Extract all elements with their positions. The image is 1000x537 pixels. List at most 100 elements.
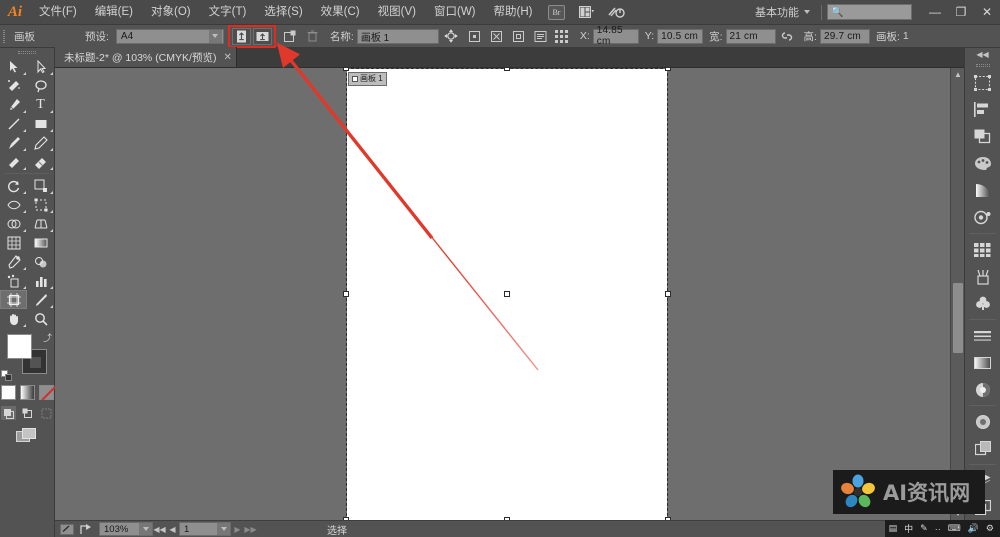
- artboard-tool[interactable]: [0, 290, 27, 309]
- rotate-tool[interactable]: [0, 176, 27, 195]
- menu-edit[interactable]: 编辑(E): [86, 0, 142, 25]
- fill-swatch[interactable]: [7, 334, 32, 359]
- line-segment-tool[interactable]: [0, 114, 27, 133]
- status-edit-icon[interactable]: [58, 522, 75, 536]
- menu-select[interactable]: 选择(S): [255, 0, 311, 25]
- new-artboard-button[interactable]: [281, 27, 301, 45]
- reference-point-selector[interactable]: [442, 27, 460, 45]
- preset-dropdown[interactable]: A4: [115, 28, 224, 44]
- portrait-orientation-button[interactable]: [231, 27, 251, 45]
- canvas-area[interactable]: 画板 1: [55, 68, 950, 520]
- panel-graphic-styles[interactable]: [965, 435, 1000, 462]
- x-input[interactable]: 14.85 cm: [592, 25, 639, 47]
- landscape-orientation-button[interactable]: [252, 27, 272, 45]
- handle-top-right[interactable]: [665, 68, 671, 71]
- width-input[interactable]: 21 cm: [725, 28, 776, 44]
- panel-swatches[interactable]: [965, 236, 1000, 263]
- bridge-button[interactable]: Br: [544, 3, 568, 21]
- blend-tool[interactable]: [27, 252, 54, 271]
- perspective-grid-tool[interactable]: [27, 214, 54, 233]
- pen-tool[interactable]: [0, 95, 27, 114]
- menu-window[interactable]: 窗口(W): [425, 0, 485, 25]
- scale-tool[interactable]: [27, 176, 54, 195]
- menu-file[interactable]: 文件(F): [30, 0, 86, 25]
- menu-object[interactable]: 对象(O): [142, 0, 200, 25]
- delete-artboard-button[interactable]: [303, 27, 323, 45]
- menu-type[interactable]: 文字(T): [200, 0, 256, 25]
- tray-keyboard-icon[interactable]: ⌨: [948, 523, 961, 534]
- artboard-option-2-button[interactable]: [487, 27, 507, 45]
- handle-mid-right[interactable]: [665, 291, 671, 297]
- column-graph-tool[interactable]: [27, 271, 54, 290]
- align-panel-button[interactable]: [553, 27, 573, 45]
- width-tool[interactable]: [0, 195, 27, 214]
- restore-button[interactable]: ❐: [948, 0, 974, 25]
- height-input[interactable]: 29.7 cm: [819, 28, 870, 44]
- control-bar-grip[interactable]: [0, 25, 7, 48]
- workspace-switcher[interactable]: 基本功能: [749, 3, 816, 22]
- handle-center[interactable]: [504, 291, 510, 297]
- blob-brush-tool[interactable]: [0, 152, 27, 171]
- expand-panels-button[interactable]: ◀◀: [965, 48, 1000, 61]
- first-artboard-button[interactable]: ◀◀: [153, 522, 166, 536]
- symbol-sprayer-tool[interactable]: [0, 271, 27, 290]
- panel-color-guide[interactable]: [965, 204, 1000, 231]
- last-artboard-button[interactable]: ▶▶: [244, 522, 257, 536]
- color-mode-gradient[interactable]: [19, 385, 35, 400]
- change-screen-mode-button[interactable]: [14, 427, 40, 444]
- scroll-up-icon[interactable]: ▲: [951, 68, 965, 81]
- minimize-button[interactable]: —: [922, 0, 948, 25]
- panel-transform[interactable]: [965, 69, 1000, 96]
- y-input[interactable]: 10.5 cm: [657, 28, 704, 44]
- artboard-navigator-input[interactable]: 1: [179, 522, 231, 536]
- panel-gradient[interactable]: [965, 177, 1000, 204]
- pencil-tool[interactable]: [27, 133, 54, 152]
- default-fill-stroke-icon[interactable]: [1, 370, 12, 381]
- selection-tool[interactable]: [0, 57, 27, 76]
- constrain-proportions-button[interactable]: [777, 27, 797, 45]
- hand-tool[interactable]: [0, 309, 27, 328]
- search-input[interactable]: 🔍: [827, 4, 912, 20]
- handle-top-center[interactable]: [504, 68, 510, 71]
- panel-transparency[interactable]: [965, 376, 1000, 403]
- mesh-tool[interactable]: [0, 233, 27, 252]
- canvas-vertical-scrollbar[interactable]: ▲ ▼: [950, 68, 964, 520]
- next-artboard-button[interactable]: ▶: [231, 522, 244, 536]
- prev-artboard-button[interactable]: ◀: [166, 522, 179, 536]
- zoom-level-input[interactable]: 103%: [99, 522, 153, 536]
- panel-gradient-2[interactable]: [965, 349, 1000, 376]
- tray-ime-label[interactable]: 中: [904, 522, 913, 535]
- panel-symbols[interactable]: [965, 290, 1000, 317]
- chevron-down-icon[interactable]: [217, 523, 230, 535]
- panel-color[interactable]: [965, 150, 1000, 177]
- arrange-documents-button[interactable]: [574, 3, 598, 21]
- cc-sync-button[interactable]: [604, 3, 628, 21]
- zoom-tool[interactable]: [27, 309, 54, 328]
- artboard-options-button[interactable]: [531, 27, 551, 45]
- menu-view[interactable]: 视图(V): [369, 0, 425, 25]
- close-icon[interactable]: ✕: [223, 52, 231, 63]
- menu-effect[interactable]: 效果(C): [312, 0, 369, 25]
- draw-behind-mode[interactable]: [20, 406, 35, 420]
- artboard-option-1-button[interactable]: [465, 27, 485, 45]
- close-button[interactable]: ✕: [974, 0, 1000, 25]
- handle-mid-left[interactable]: [343, 291, 349, 297]
- lasso-tool[interactable]: [27, 76, 54, 95]
- artboard-option-3-button[interactable]: [509, 27, 529, 45]
- type-tool[interactable]: T: [27, 95, 54, 114]
- panel-stroke[interactable]: [965, 322, 1000, 349]
- paintbrush-tool[interactable]: [0, 133, 27, 152]
- free-transform-tool[interactable]: [27, 195, 54, 214]
- tray-tool-icon[interactable]: ✎: [920, 523, 928, 534]
- chevron-down-icon[interactable]: [139, 523, 152, 535]
- panel-pathfinder[interactable]: [965, 123, 1000, 150]
- menu-help[interactable]: 帮助(H): [485, 0, 542, 25]
- panel-appearance[interactable]: [965, 408, 1000, 435]
- tray-dots-icon[interactable]: ··: [935, 524, 941, 534]
- rectangle-tool[interactable]: [27, 114, 54, 133]
- handle-top-left[interactable]: [343, 68, 349, 71]
- shape-builder-tool[interactable]: [0, 214, 27, 233]
- slice-tool[interactable]: [27, 290, 54, 309]
- color-mode-solid[interactable]: [0, 385, 16, 400]
- artboard-name-input[interactable]: 画板 1: [356, 28, 439, 44]
